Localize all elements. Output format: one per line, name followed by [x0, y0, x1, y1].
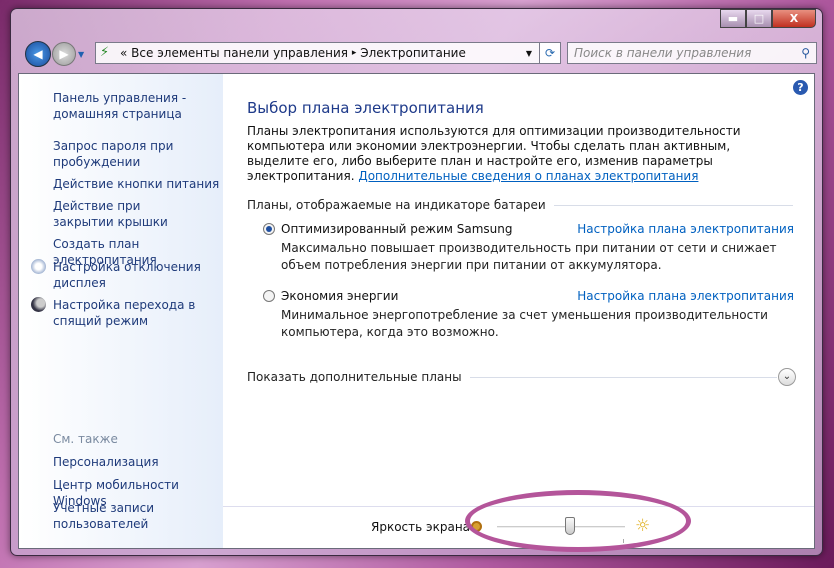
expand-chevron-icon[interactable]: ⌄ [778, 368, 796, 386]
breadcrumb-overflow[interactable]: « [120, 46, 127, 60]
search-icon[interactable]: ⚲ [801, 46, 810, 60]
plan-name[interactable]: Экономия энергии [281, 289, 398, 303]
more-plans-label[interactable]: Показать дополнительные планы [247, 370, 462, 384]
breadcrumb-all-items[interactable]: Все элементы панели управления [131, 46, 348, 60]
back-button[interactable]: ◀ [25, 41, 51, 67]
plan-description: Максимально повышает производительность … [281, 241, 777, 272]
sidebar-item-display-off[interactable]: Настройка отключения дисплея [53, 259, 203, 291]
plan-name[interactable]: Оптимизированный режим Samsung [281, 222, 513, 236]
recent-pages-dropdown[interactable]: ▼ [78, 50, 84, 59]
search-input[interactable]: Поиск в панели управления ⚲ [567, 42, 817, 64]
search-placeholder: Поиск в панели управления [574, 46, 752, 60]
content-area: Панель управления - домашняя страница За… [18, 73, 815, 549]
page-title: Выбор плана электропитания [247, 99, 484, 117]
sidebar-item-sleep[interactable]: Настройка перехода в спящий режим [53, 297, 203, 329]
maximize-button[interactable]: □ [746, 9, 772, 28]
highlight-oval [465, 490, 691, 552]
address-dropdown[interactable]: ▼ [520, 49, 538, 58]
forward-button[interactable]: ▶ [52, 42, 76, 66]
see-also-heading: См. также [53, 432, 118, 446]
battery-plans-section: Планы, отображаемые на индикаторе батаре… [247, 198, 793, 212]
see-also-personalization[interactable]: Персонализация [53, 454, 159, 470]
breadcrumb-power[interactable]: Электропитание [360, 46, 466, 60]
see-also-user-accounts[interactable]: Учетные записи пользователей [53, 500, 203, 532]
minimize-button[interactable]: ▬ [720, 9, 746, 28]
more-info-link[interactable]: Дополнительные сведения о планах электро… [358, 169, 698, 183]
sidebar-item-power-button[interactable]: Действие кнопки питания [53, 176, 219, 192]
power-options-icon: ⚡ [100, 45, 110, 60]
plan-radio[interactable] [263, 290, 275, 302]
plan-settings-link[interactable]: Настройка плана электропитания [577, 222, 794, 236]
address-bar[interactable]: ⚡ « Все элементы панели управления ▸ Эле… [95, 42, 561, 64]
intro-text: Планы электропитания используются для оп… [247, 124, 787, 184]
brightness-label: Яркость экрана: [371, 520, 475, 534]
refresh-button[interactable]: ⟳ [539, 42, 561, 64]
display-clock-icon [31, 259, 46, 274]
sidebar-item-wake-password[interactable]: Запрос пароля при пробуждении [53, 138, 203, 170]
plan-radio[interactable] [263, 223, 275, 235]
sidebar: Панель управления - домашняя страница За… [19, 74, 223, 548]
control-panel-window: ▬ □ X ◀ ▶ ▼ ⚡ « Все элементы панели упра… [10, 8, 823, 556]
main-pane: Выбор плана электропитания Планы электро… [247, 74, 814, 548]
close-button[interactable]: X [772, 9, 816, 28]
sidebar-item-lid[interactable]: Действие при закрытии крышки [53, 198, 203, 230]
plan-settings-link[interactable]: Настройка плана электропитания [577, 289, 794, 303]
section-heading: Планы, отображаемые на индикаторе батаре… [247, 198, 546, 212]
moon-icon [31, 297, 46, 312]
plan-description: Минимальное энергопотребление за счет ум… [281, 308, 768, 339]
more-plans-section[interactable]: Показать дополнительные планы [247, 370, 777, 384]
sidebar-item-home[interactable]: Панель управления - домашняя страница [53, 90, 213, 122]
breadcrumb-separator[interactable]: ▸ [352, 48, 357, 58]
